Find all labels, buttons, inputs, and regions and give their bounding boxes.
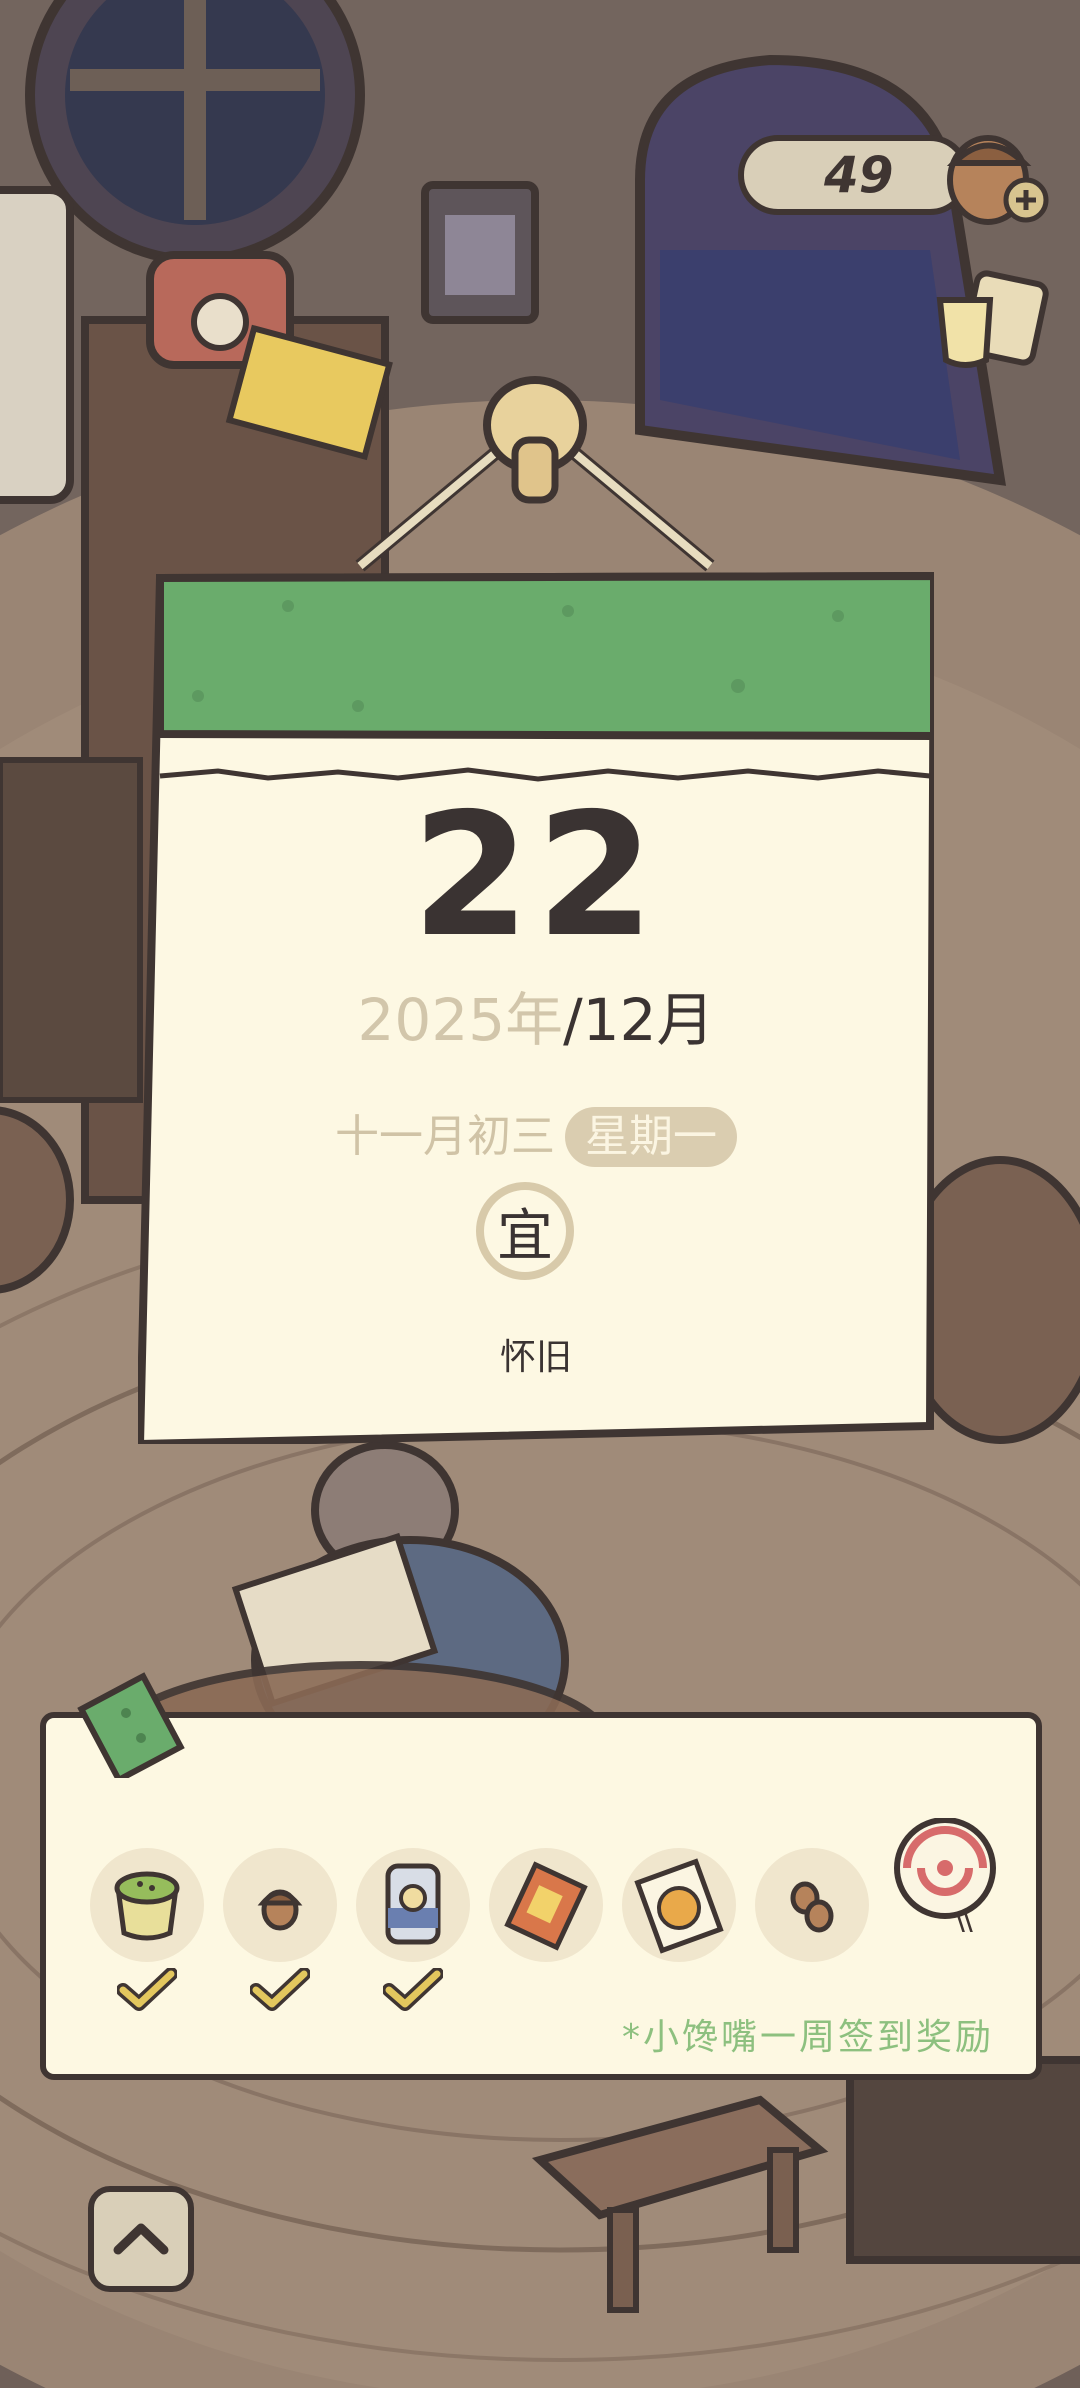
reward-note: *小馋嘴一周签到奖励	[621, 2017, 994, 2058]
daily-calendar: 22 2025年/12月 十一月初三 星期一 宜 怀旧	[138, 566, 934, 1444]
checkmark-icon	[117, 1968, 177, 2011]
seaweed-tag-icon	[77, 1672, 185, 1778]
yi-badge: 宜	[476, 1182, 574, 1280]
reward-slot-7[interactable]	[888, 1818, 1002, 1962]
calendar-month: /12月	[563, 986, 715, 1054]
reward-slot-4[interactable]	[489, 1848, 603, 1962]
cookie-pack-icon	[634, 1858, 724, 1954]
currency-count: 49	[824, 146, 894, 204]
cup-icon[interactable]	[930, 270, 1052, 376]
acorn-icon	[257, 1889, 303, 1931]
peanuts-icon	[790, 1881, 834, 1933]
reward-slot-2[interactable]	[223, 1848, 337, 1962]
collapse-button[interactable]	[88, 2186, 194, 2292]
calendar-day: 22	[411, 777, 661, 975]
weekly-reward-panel: *小馋嘴一周签到奖励	[40, 1672, 1042, 2080]
weekday-badge: 星期一	[565, 1107, 737, 1167]
calendar-year: 2025年	[357, 986, 564, 1054]
reward-slot-1[interactable]	[90, 1848, 204, 1962]
snack-bag-icon	[504, 1861, 588, 1951]
yi-activity: 怀旧	[499, 1337, 572, 1378]
reward-slot-5[interactable]	[622, 1848, 736, 1962]
currency-counter: 49	[738, 135, 970, 215]
lunar-date: 十一月初三	[335, 1111, 555, 1162]
chevron-up-icon	[113, 2223, 169, 2255]
matcha-pudding-icon	[114, 1871, 180, 1941]
calendar-lunar-row: 十一月初三 星期一	[138, 1107, 934, 1167]
checkmark-icon	[383, 1968, 443, 2011]
lollipop-icon	[894, 1818, 996, 1932]
reward-slot-3[interactable]	[356, 1848, 470, 1962]
canned-food-icon	[385, 1863, 441, 1945]
reward-slot-6[interactable]	[755, 1848, 869, 1962]
calendar-year-month: 2025年/12月	[138, 991, 934, 1049]
acorn-add-icon[interactable]	[946, 118, 1050, 228]
checkmark-icon	[250, 1968, 310, 2011]
